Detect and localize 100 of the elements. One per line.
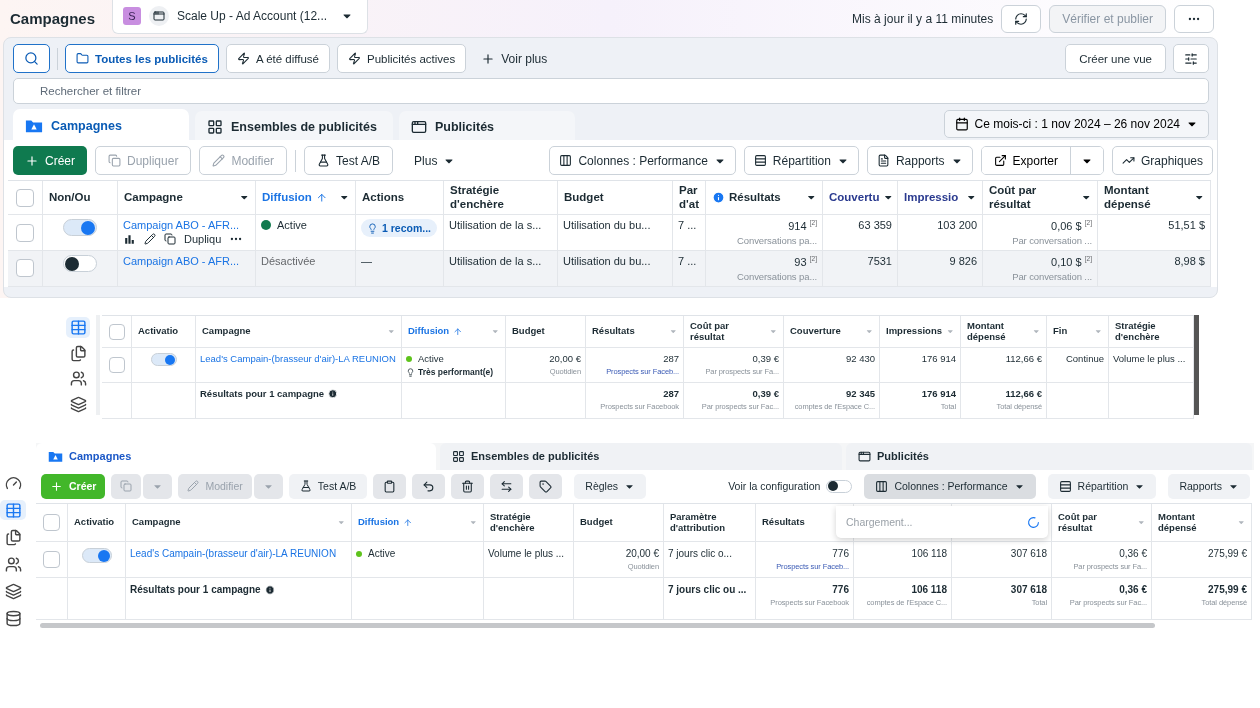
menu-button[interactable]: Répartition — [1047, 473, 1157, 500]
column-header[interactable]: Stratégie d'enchère — [490, 511, 567, 534]
toolbar-button[interactable]: Test A/B — [304, 146, 394, 175]
column-header[interactable]: Campagne — [202, 326, 251, 337]
checkbox[interactable] — [16, 188, 34, 207]
column-header[interactable]: Couvertu — [829, 190, 880, 205]
menu-button[interactable]: Colonnes : Performance — [864, 473, 1036, 500]
column-header[interactable]: Budget — [580, 517, 613, 529]
status-text: Désactivée — [261, 255, 316, 267]
column-header[interactable]: Diffusion — [408, 326, 450, 337]
column-header[interactable]: Résultats — [592, 326, 635, 337]
column-header[interactable]: Budget — [564, 190, 604, 205]
icon-button[interactable] — [529, 473, 563, 500]
people-icon — [69, 370, 87, 388]
see-more-button[interactable]: Voir plus — [473, 51, 556, 66]
icon-button[interactable] — [373, 473, 407, 500]
column-header[interactable]: Coût par résultat — [1058, 511, 1133, 534]
layers-icon — [4, 582, 22, 600]
icon-button[interactable] — [412, 473, 446, 500]
campaign-link[interactable]: Lead's Campain-(brasseur d'air)-LA REUNION — [200, 353, 396, 364]
filter-button[interactable]: A été diffusé — [225, 44, 330, 73]
tab[interactable]: Campagnes — [36, 443, 436, 470]
column-header[interactable]: Coût par résultat — [989, 184, 1077, 211]
recommendation-badge[interactable]: 1 recom... — [361, 219, 438, 237]
create-button[interactable]: Créer — [13, 146, 87, 175]
scrollbar[interactable] — [40, 623, 1155, 628]
column-header[interactable]: Actions — [362, 190, 405, 205]
campaign-link[interactable]: Lead's Campain-(brasseur d'air)-LA REUNION — [130, 548, 337, 560]
search-field[interactable]: Rechercher et filtrer — [13, 78, 1209, 104]
tab[interactable]: Publicités — [846, 443, 1252, 470]
charts-button[interactable]: Graphiques — [1111, 146, 1213, 175]
icon-button[interactable] — [451, 473, 485, 500]
toggle-switch[interactable] — [826, 479, 853, 493]
table-cell: Continue — [1065, 353, 1104, 364]
column-header[interactable]: Diffusion — [358, 517, 400, 529]
column-header[interactable]: Impressio — [904, 190, 959, 205]
column-header[interactable]: Paramètre d'attribution — [670, 511, 749, 534]
ab-test-button[interactable]: Test A/B — [288, 473, 368, 500]
column-header[interactable]: Campagne — [132, 517, 181, 529]
column-header[interactable]: Résultats — [729, 190, 781, 205]
campaign-link[interactable]: Campaign ABO - AFR... — [123, 255, 240, 267]
search-button[interactable] — [13, 44, 50, 73]
toggle-switch[interactable] — [150, 353, 177, 366]
pencil-icon[interactable] — [144, 233, 156, 245]
checkbox[interactable] — [43, 551, 60, 569]
more-menu-button[interactable]: Plus — [401, 146, 469, 175]
toggle-switch[interactable] — [63, 219, 97, 236]
column-header[interactable]: Campagne — [124, 190, 183, 205]
date-range-picker[interactable]: Ce mois-ci : 1 nov 2024 – 26 nov 2024 — [943, 109, 1209, 138]
column-header[interactable]: Activatio — [74, 517, 115, 529]
menu-button[interactable]: Colonnes : Performance — [549, 146, 736, 175]
toggle-switch[interactable] — [81, 548, 112, 564]
checkbox[interactable] — [16, 259, 34, 278]
account-selector[interactable]: S Scale Up - Ad Account (12... — [112, 0, 368, 34]
column-header[interactable]: Montant dépensé — [1104, 184, 1190, 211]
tab[interactable]: Ensembles de publicités — [440, 443, 842, 470]
column-header[interactable]: Activatio — [138, 326, 179, 337]
toggle-switch[interactable] — [63, 255, 97, 272]
refresh-button[interactable] — [1001, 4, 1042, 33]
sidebar-button[interactable] — [66, 317, 90, 338]
column-header[interactable]: Non/Ou — [49, 190, 91, 205]
menu-button[interactable]: Rapports — [866, 146, 973, 175]
export-button[interactable]: Exporter — [981, 147, 1071, 174]
checkbox[interactable] — [108, 323, 125, 340]
folder-icon — [76, 52, 89, 65]
icon-button[interactable] — [490, 473, 524, 500]
column-header[interactable]: Coût par résultat — [690, 320, 765, 343]
column-header[interactable]: Stratégie d'enchère — [450, 184, 551, 211]
search-field[interactable]: Chargement... — [844, 515, 1021, 530]
create-view-button[interactable]: Créer une vue — [1065, 44, 1166, 73]
menu-button[interactable]: Rapports — [1168, 473, 1250, 500]
tab[interactable]: Publicités — [399, 111, 575, 142]
tab[interactable]: Ensembles de publicités — [195, 111, 393, 142]
status-dot — [261, 220, 271, 230]
column-header[interactable]: Diffusion — [262, 190, 312, 205]
bar-chart-icon[interactable] — [123, 232, 136, 246]
rules-button[interactable]: Règles — [574, 473, 646, 500]
checkbox[interactable] — [108, 357, 125, 373]
column-header[interactable]: Impressions — [886, 326, 942, 337]
campaign-link[interactable]: Campaign ABO - AFR... — [123, 219, 240, 231]
column-header[interactable]: Montant dépensé — [1158, 511, 1233, 534]
column-header[interactable]: Stratégie d'enchère — [1115, 320, 1187, 343]
column-header[interactable]: Fin — [1053, 326, 1068, 337]
tab[interactable]: Campagnes — [13, 109, 189, 142]
search-icon — [24, 51, 39, 66]
settings-button[interactable] — [1173, 44, 1209, 73]
checkbox[interactable] — [43, 514, 60, 532]
sidebar-button[interactable] — [0, 500, 26, 520]
filter-button[interactable]: Toutes les publicités — [65, 44, 219, 73]
menu-button[interactable]: Répartition — [743, 146, 859, 175]
column-header[interactable]: Budget — [512, 326, 545, 337]
status-dot — [406, 355, 412, 362]
checkbox[interactable] — [16, 223, 34, 242]
column-header[interactable]: Par d'at — [679, 184, 699, 211]
column-header[interactable]: Couverture — [790, 326, 841, 337]
column-header[interactable]: Résultats — [762, 517, 805, 529]
column-header[interactable]: Montant dépensé — [967, 320, 1028, 343]
filter-button[interactable]: Publicités actives — [337, 44, 467, 73]
caret-icon — [336, 518, 345, 527]
duplicate-link[interactable]: Dupliqu — [184, 233, 222, 245]
